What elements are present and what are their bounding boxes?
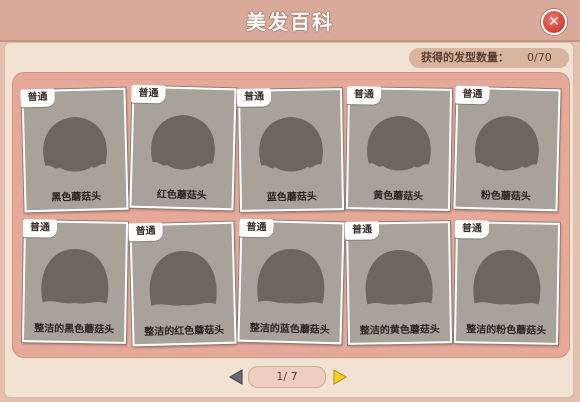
hair-silhouette-icon [361,111,438,176]
next-page-button[interactable] [332,368,348,386]
hairstyle-name: 整洁的黄色蘑菇头 [359,324,440,337]
hairstyle-card[interactable]: 普通 黑色蘑菇头 [20,87,129,213]
hair-silhouette-icon [252,112,329,177]
rarity-tag: 普通 [236,88,272,107]
hairstyle-card[interactable]: 普通 整洁的蓝色蘑菇头 [237,218,345,345]
hairstyle-card[interactable]: 普通 整洁的粉色蘑菇头 [453,220,561,345]
hairstyle-card[interactable]: 普通 黄色蘑菇头 [345,86,453,211]
rarity-tag: 普通 [346,86,382,105]
close-button[interactable]: ✕ [541,9,567,35]
rarity-tag: 普通 [128,222,163,242]
triangle-left-icon [229,369,243,385]
hairstyle-name: 红色蘑菇头 [156,189,207,202]
hairstyle-grid: 普通 黑色蘑菇头 普通 红色蘑菇头 普通 蓝色蘑菇头 普通 黄色蘑菇头 普通 粉… [12,72,570,358]
hair-silhouette-icon [37,244,114,309]
hairstyle-name: 整洁的蓝色蘑菇头 [249,322,330,337]
hair-silhouette-icon [144,246,222,312]
title-bar: 美发百科 ✕ [0,0,580,42]
hairstyle-card[interactable]: 普通 整洁的黄色蘑菇头 [344,221,453,345]
hair-silhouette-icon [36,112,114,178]
hairstyle-card[interactable]: 普通 整洁的黑色蘑菇头 [21,219,129,344]
rarity-tag: 普通 [131,84,166,104]
window-title: 美发百科 [246,10,334,34]
rarity-tag: 普通 [455,85,490,105]
rarity-tag: 普通 [454,220,490,239]
hairstyle-name: 黑色蘑菇头 [51,191,102,204]
hairstyle-name: 整洁的粉色蘑菇头 [466,324,547,337]
hair-silhouette-icon [469,245,546,310]
hairstyle-name: 蓝色蘑菇头 [266,191,317,204]
triangle-right-icon [333,369,347,385]
rarity-tag: 普通 [239,218,274,238]
hairstyle-name: 整洁的黑色蘑菇头 [34,323,115,336]
hair-silhouette-icon [252,244,330,310]
hairstyle-name: 粉色蘑菇头 [480,190,531,203]
rarity-tag: 普通 [20,88,55,108]
hairstyle-name: 黄色蘑菇头 [373,190,424,203]
hairstyle-card[interactable]: 普通 红色蘑菇头 [129,84,237,211]
hair-silhouette-icon [360,245,437,310]
hairstyle-name: 整洁的红色蘑菇头 [144,324,225,339]
hairstyle-card[interactable]: 普通 粉色蘑菇头 [453,85,561,212]
hairstyle-card[interactable]: 普通 蓝色蘑菇头 [236,88,345,212]
page-indicator: 1/ 7 [248,366,326,388]
hair-silhouette-icon [144,110,222,176]
hairstyle-card[interactable]: 普通 整洁的红色蘑菇头 [128,221,237,347]
collection-count: 获得的发型数量： 0/70 [409,48,569,68]
collection-count-value: 0/70 [527,51,552,64]
close-icon: ✕ [548,14,560,30]
collection-count-label: 获得的发型数量： [421,51,509,64]
prev-page-button[interactable] [228,368,244,386]
rarity-tag: 普通 [22,219,58,238]
rarity-tag: 普通 [344,221,380,240]
hair-silhouette-icon [468,111,546,177]
